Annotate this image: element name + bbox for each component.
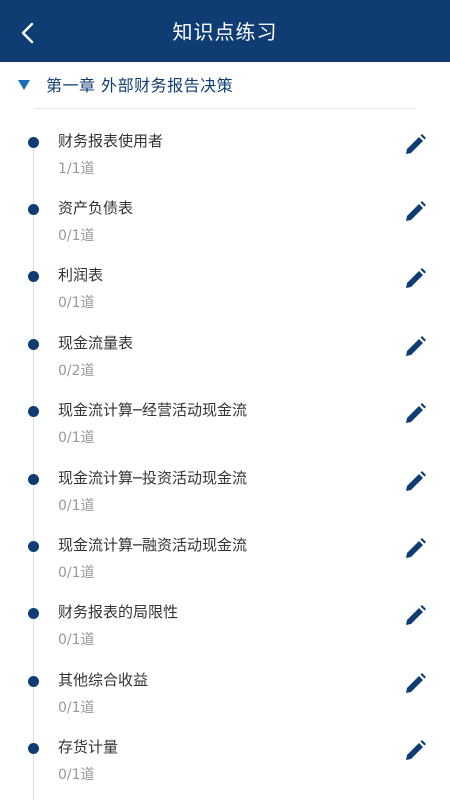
item-name: 资产负债表 [58, 199, 134, 217]
practice-button[interactable] [400, 130, 430, 160]
practice-button[interactable] [400, 669, 430, 699]
app-header: 知识点练习 [0, 0, 450, 62]
timeline-dot [28, 541, 39, 552]
list-item[interactable]: 现金流计算─融资活动现金流 0/1道 [0, 536, 450, 603]
item-name: 现金流计算─经营活动现金流 [58, 401, 248, 419]
item-count: 0/1道 [58, 430, 95, 446]
timeline-dot [28, 137, 39, 148]
item-name: 财务报表的局限性 [58, 603, 179, 621]
timeline-dot [28, 204, 39, 215]
item-name: 存货计量 [58, 738, 119, 756]
page-title: 知识点练习 [172, 20, 278, 44]
pencil-icon [406, 201, 426, 221]
practice-button[interactable] [400, 736, 430, 766]
practice-button[interactable] [400, 467, 430, 497]
pencil-icon [406, 740, 426, 760]
item-count: 0/1道 [58, 700, 95, 716]
item-name: 现金流计算─融资活动现金流 [58, 536, 248, 554]
pencil-icon [406, 471, 426, 491]
chapter-title: 第一章 外部财务报告决策 [46, 76, 234, 95]
practice-button[interactable] [400, 601, 430, 631]
practice-button[interactable] [400, 534, 430, 564]
item-name: 现金流计算─投资活动现金流 [58, 469, 248, 487]
practice-button[interactable] [400, 332, 430, 362]
item-count: 0/1道 [58, 565, 95, 581]
pencil-icon [406, 673, 426, 693]
timeline-dot [28, 474, 39, 485]
timeline-dot [28, 608, 39, 619]
item-count: 0/1道 [58, 767, 95, 783]
list-item[interactable]: 现金流计算─投资活动现金流 0/1道 [0, 469, 450, 536]
timeline-dot [28, 406, 39, 417]
list-item[interactable]: 资产负债表 0/1道 [0, 199, 450, 266]
list-item[interactable]: 现金流量表 0/2道 [0, 334, 450, 401]
item-count: 0/1道 [58, 498, 95, 514]
list-item[interactable]: 财务报表使用者 1/1道 [0, 132, 450, 199]
timeline-dot [28, 743, 39, 754]
item-count: 0/1道 [58, 295, 95, 311]
item-name: 现金流量表 [58, 334, 134, 352]
pencil-icon [406, 268, 426, 288]
triangle-down-icon [18, 80, 30, 90]
item-name: 其他综合收益 [58, 671, 149, 689]
pencil-icon [406, 605, 426, 625]
list-item[interactable]: 现金流计算─经营活动现金流 0/1道 [0, 401, 450, 468]
list-item[interactable]: 财务报表的局限性 0/1道 [0, 603, 450, 670]
pencil-icon [406, 336, 426, 356]
item-count: 0/1道 [58, 632, 95, 648]
pencil-icon [406, 403, 426, 423]
practice-button[interactable] [400, 197, 430, 227]
list-item[interactable]: 其他综合收益 0/1道 [0, 671, 450, 738]
item-name: 利润表 [58, 266, 104, 284]
pencil-icon [406, 538, 426, 558]
list-item[interactable]: 利润表 0/1道 [0, 266, 450, 333]
pencil-icon [406, 134, 426, 154]
divider [34, 108, 416, 109]
item-count: 1/1道 [58, 161, 95, 177]
timeline-dot [28, 339, 39, 350]
item-count: 0/1道 [58, 228, 95, 244]
chapter-header[interactable]: 第一章 外部财务报告决策 [0, 62, 450, 108]
item-count: 0/2道 [58, 363, 95, 379]
timeline-dot [28, 271, 39, 282]
list-item[interactable]: 存货计量 0/1道 [0, 738, 450, 805]
practice-button[interactable] [400, 399, 430, 429]
item-name: 财务报表使用者 [58, 132, 164, 150]
timeline-dot [28, 676, 39, 687]
practice-button[interactable] [400, 264, 430, 294]
